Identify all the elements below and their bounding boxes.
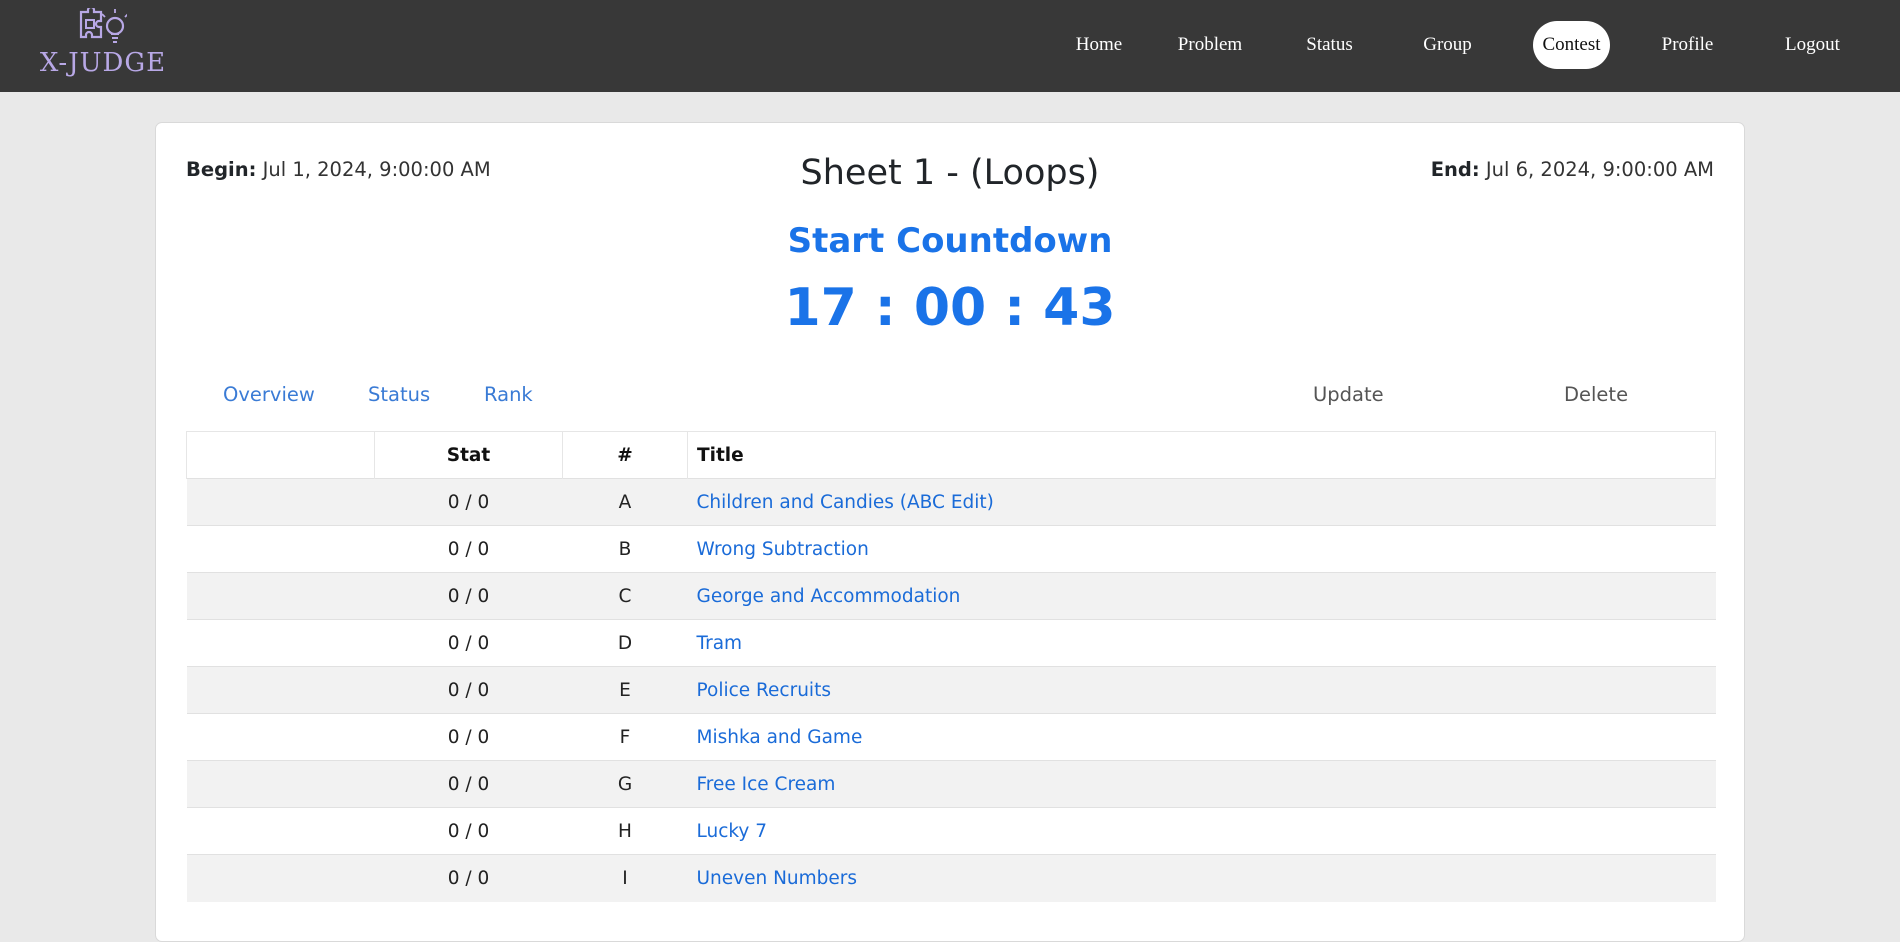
row-stat: 0 / 0 — [374, 572, 563, 620]
tab-overview[interactable]: Overview — [223, 383, 315, 406]
problems-table: Stat # Title 0 / 0 A Children and Candies … — [186, 431, 1716, 902]
row-stat: 0 / 0 — [374, 760, 563, 808]
contest-tabs: Overview Status Rank Update Delete — [186, 383, 1716, 423]
problem-link[interactable]: Uneven Numbers — [697, 868, 858, 889]
nav-status[interactable]: Status — [1282, 21, 1377, 69]
problem-link[interactable]: Wrong Subtraction — [697, 539, 869, 560]
row-blank-cell — [186, 807, 375, 855]
row-stat: 0 / 0 — [374, 525, 563, 573]
row-blank-cell — [186, 666, 375, 714]
table-row: 0 / 0 B Wrong Subtraction — [186, 525, 1716, 573]
row-blank-cell — [186, 478, 375, 526]
row-num: D — [562, 619, 688, 667]
problem-link[interactable]: Police Recruits — [697, 680, 831, 701]
table-header-row: Stat # Title — [186, 431, 1716, 479]
table-row: 0 / 0 A Children and Candies (ABC Edit) — [186, 478, 1716, 526]
row-blank-cell — [186, 760, 375, 808]
row-title-cell: Lucky 7 — [687, 807, 1716, 855]
table-row: 0 / 0 H Lucky 7 — [186, 807, 1716, 855]
brand-name: X-JUDGE — [39, 48, 167, 78]
row-num: B — [562, 525, 688, 573]
row-num: C — [562, 572, 688, 620]
tab-rank[interactable]: Rank — [484, 383, 533, 406]
end-value: Jul 6, 2024, 9:00:00 AM — [1485, 158, 1714, 181]
row-num: I — [562, 854, 688, 902]
problem-link[interactable]: Lucky 7 — [697, 821, 768, 842]
top-navbar: X-JUDGE Home Problem Status Group Contes… — [0, 0, 1900, 92]
puzzle-lightbulb-icon — [79, 8, 127, 43]
nav-home[interactable]: Home — [1055, 21, 1143, 69]
nav-problem[interactable]: Problem — [1157, 21, 1263, 69]
row-stat: 0 / 0 — [374, 807, 563, 855]
row-title-cell: Tram — [687, 619, 1716, 667]
row-title-cell: Wrong Subtraction — [687, 525, 1716, 573]
table-row: 0 / 0 D Tram — [186, 619, 1716, 667]
brand-logo[interactable]: X-JUDGE — [36, 8, 170, 84]
row-num: F — [562, 713, 688, 761]
nav-group[interactable]: Group — [1400, 21, 1495, 69]
header-stat: Stat — [374, 431, 563, 479]
contest-card: Begin: Jul 1, 2024, 9:00:00 AM Sheet 1 -… — [155, 122, 1745, 942]
row-num: A — [562, 478, 688, 526]
row-title-cell: George and Accommodation — [687, 572, 1716, 620]
row-stat: 0 / 0 — [374, 713, 563, 761]
row-stat: 0 / 0 — [374, 854, 563, 902]
problem-link[interactable]: George and Accommodation — [697, 586, 961, 607]
delete-button[interactable]: Delete — [1564, 383, 1628, 406]
nav-profile[interactable]: Profile — [1640, 21, 1735, 69]
countdown-label: Start Countdown — [787, 221, 1113, 261]
row-num: G — [562, 760, 688, 808]
tab-status[interactable]: Status — [368, 383, 430, 406]
table-row: 0 / 0 G Free Ice Cream — [186, 760, 1716, 808]
table-row: 0 / 0 C George and Accommodation — [186, 572, 1716, 620]
header-blank — [186, 431, 375, 479]
row-stat: 0 / 0 — [374, 478, 563, 526]
row-title-cell: Uneven Numbers — [687, 854, 1716, 902]
table-row: 0 / 0 F Mishka and Game — [186, 713, 1716, 761]
row-blank-cell — [186, 525, 375, 573]
update-button[interactable]: Update — [1313, 383, 1384, 406]
row-blank-cell — [186, 572, 375, 620]
header-title: Title — [687, 431, 1716, 479]
problem-link[interactable]: Mishka and Game — [697, 727, 863, 748]
problem-link[interactable]: Tram — [697, 633, 743, 654]
row-stat: 0 / 0 — [374, 666, 563, 714]
row-blank-cell — [186, 854, 375, 902]
row-blank-cell — [186, 713, 375, 761]
row-num: E — [562, 666, 688, 714]
problem-link[interactable]: Free Ice Cream — [697, 774, 836, 795]
table-row: 0 / 0 I Uneven Numbers — [186, 854, 1716, 902]
header-num: # — [562, 431, 688, 479]
nav-contest[interactable]: Contest — [1533, 21, 1610, 69]
row-stat: 0 / 0 — [374, 619, 563, 667]
nav-logout[interactable]: Logout — [1765, 21, 1860, 69]
contest-end: End: Jul 6, 2024, 9:00:00 AM — [1431, 158, 1714, 181]
table-row: 0 / 0 E Police Recruits — [186, 666, 1716, 714]
row-title-cell: Mishka and Game — [687, 713, 1716, 761]
problem-link[interactable]: Children and Candies (ABC Edit) — [697, 492, 994, 513]
end-label: End: — [1430, 158, 1480, 181]
row-num: H — [562, 807, 688, 855]
countdown-timer: 17 : 00 : 43 — [784, 278, 1116, 338]
row-blank-cell — [186, 619, 375, 667]
row-title-cell: Police Recruits — [687, 666, 1716, 714]
row-title-cell: Free Ice Cream — [687, 760, 1716, 808]
row-title-cell: Children and Candies (ABC Edit) — [687, 478, 1716, 526]
